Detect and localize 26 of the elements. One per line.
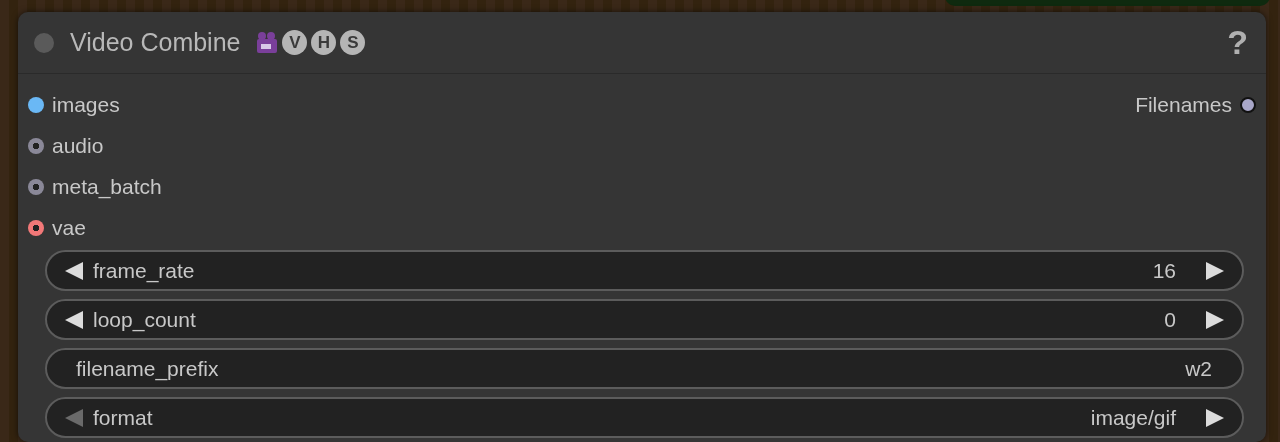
text-widget[interactable]: filename_prefix w2 [45, 348, 1244, 389]
input-slot[interactable] [28, 219, 44, 236]
badge-letter: H [311, 30, 337, 55]
input-label: audio [52, 132, 104, 159]
input-slot[interactable] [28, 96, 44, 113]
decrement-arrow-icon[interactable] [63, 259, 85, 282]
collapse-dot[interactable] [34, 32, 54, 53]
dropdown-widget[interactable]: format image/gif [45, 397, 1244, 438]
output-slot[interactable] [1240, 96, 1256, 113]
increment-arrow-icon[interactable] [1204, 406, 1226, 429]
badge-letter: S [340, 30, 366, 55]
number-widget[interactable]: frame_rate 16 [45, 250, 1244, 291]
node-title: Video Combine [70, 26, 241, 58]
badge-letter: V [282, 30, 308, 55]
input-slot[interactable] [28, 178, 44, 195]
input-label: meta_batch [52, 173, 162, 201]
decrement-arrow-icon[interactable] [63, 308, 85, 331]
output-label: Filenames [1135, 91, 1232, 118]
input-label: images [52, 91, 120, 118]
video-camera-icon [256, 30, 279, 55]
number-widget[interactable]: loop_count 0 [45, 299, 1244, 340]
help-button[interactable]: ? [1227, 17, 1248, 68]
increment-arrow-icon[interactable] [1204, 259, 1226, 282]
input-slot[interactable] [28, 137, 44, 154]
input-label: vae [52, 214, 86, 241]
increment-arrow-icon[interactable] [1204, 308, 1226, 331]
